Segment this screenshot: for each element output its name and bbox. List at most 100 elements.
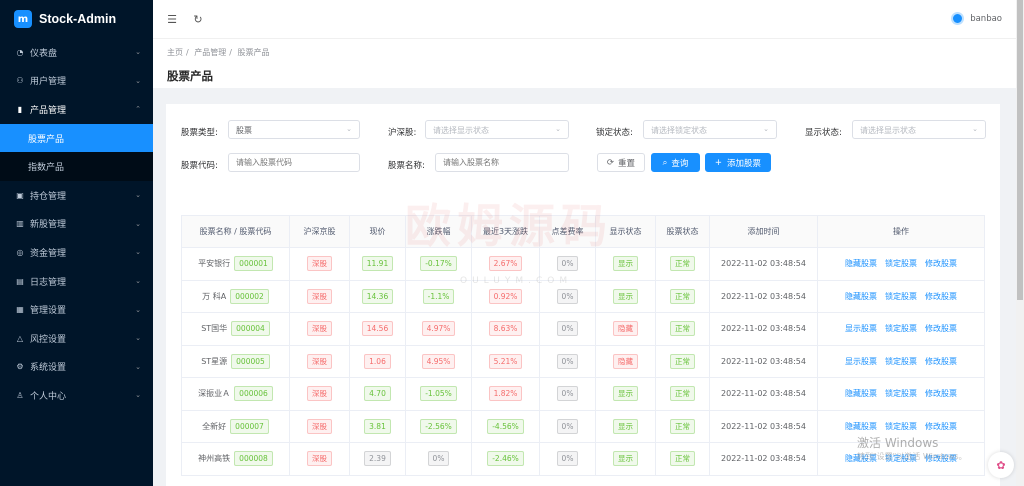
change-tag: -1.05% — [420, 386, 457, 402]
table-row: 平安银行 000001 深股 11.91 -0.17% 2.67% 0% 显示 正常 2022-1… — [181, 247, 985, 281]
time-cell: 2022-11-02 03:48:54 — [709, 442, 818, 476]
sidebar-item-2[interactable]: ▮ 产品管理 ⌃ — [0, 95, 153, 124]
status-cell: 正常 — [655, 247, 710, 281]
price-tag: 4.70 — [364, 386, 391, 402]
display-status-select[interactable]: 请选择显示状态 ⌄ — [852, 120, 986, 139]
sidebar-item-1[interactable]: ⚇ 用户管理 ⌄ — [0, 67, 153, 96]
scrollbar-thumb[interactable] — [1017, 0, 1023, 300]
chevron-up-icon: ⌃ — [135, 105, 141, 114]
change-cell: -1.05% — [405, 377, 472, 411]
display-cell: 显示 — [595, 247, 656, 281]
market-tag: 深股 — [307, 418, 332, 434]
brain-icon: ✿ — [996, 458, 1006, 472]
table-header-row: 股票名称 / 股票代码 沪深京股 现价 涨跌幅 最近3天涨跌 点差费率 显示状态 股票状态 添加… — [181, 215, 985, 248]
name-cell: 全新好 000007 — [181, 409, 290, 443]
sidebar-item-7[interactable]: ▦ 管理设置 ⌄ — [0, 295, 153, 324]
change-cell: 4.97% — [405, 312, 472, 346]
stock-name: 平安银行 — [198, 259, 231, 269]
sidebar-item-0[interactable]: ◔ 仪表盘 ⌄ — [0, 38, 153, 67]
lock-stock-link[interactable]: 锁定股票 — [885, 292, 917, 301]
user-menu[interactable]: banbao — [951, 12, 1002, 25]
collapse-menu-icon[interactable]: ☰ — [165, 12, 179, 26]
edit-stock-link[interactable]: 修改股票 — [925, 259, 957, 268]
breadcrumb: 主页 / 产品管理 / 股票产品 — [167, 47, 1002, 58]
sidebar-item-5[interactable]: ◎ 资金管理 ⌄ — [0, 238, 153, 267]
sidebar-subitem-1[interactable]: 指数产品 — [0, 152, 153, 181]
status-cell: 正常 — [655, 312, 710, 346]
lock-stock-link[interactable]: 锁定股票 — [885, 324, 917, 333]
reset-button-label: 重置 — [618, 158, 636, 169]
lock-stock-link[interactable]: 锁定股票 — [885, 389, 917, 398]
market-cell: 深股 — [289, 442, 350, 476]
column-header: 沪深京股 — [289, 215, 350, 248]
display-status-tag: 显示 — [613, 288, 638, 304]
reset-button[interactable]: ⟳ 重置 — [597, 153, 645, 172]
query-button[interactable]: ⌕ 查询 — [651, 153, 700, 172]
lock-stock-link[interactable]: 锁定股票 — [885, 259, 917, 268]
toggle-display-link[interactable]: 隐藏股票 — [845, 259, 877, 268]
toggle-display-link[interactable]: 隐藏股票 — [845, 292, 877, 301]
toggle-display-link[interactable]: 隐藏股票 — [845, 422, 877, 431]
sidebar-item-label: 仪表盘 — [30, 48, 58, 59]
edit-stock-link[interactable]: 修改股票 — [925, 292, 957, 301]
lock-stock-link[interactable]: 锁定股票 — [885, 357, 917, 366]
sidebar-item-6[interactable]: ▤ 日志管理 ⌄ — [0, 267, 153, 296]
reset-icon: ⟳ — [606, 157, 615, 168]
display-status-tag: 显示 — [613, 451, 638, 467]
add-stock-button[interactable]: + 添加股票 — [705, 153, 771, 172]
log-icon: ▤ — [16, 276, 24, 286]
stock-type-select[interactable]: 股票 ⌄ — [228, 120, 360, 139]
chevron-down-icon: ⌄ — [555, 125, 561, 133]
breadcrumb-home[interactable]: 主页 — [167, 48, 183, 57]
stock-code-tag: 000006 — [234, 386, 273, 402]
stock-type-value: 股票 — [236, 126, 252, 135]
sidebar-item-label: 日志管理 — [30, 277, 67, 288]
spread-cell: 0% — [539, 279, 596, 313]
position-icon: ▣ — [16, 190, 24, 200]
market-cell: 深股 — [289, 377, 350, 411]
sidebar-menu: ◔ 仪表盘 ⌄ ⚇ 用户管理 ⌄ ▮ 产品管理 ⌃ 股票产品 指数产品 ▣ 持仓管理 ⌄ ▥ 新股管理 ⌄ ◎ 资金… — [0, 38, 153, 410]
toggle-display-link[interactable]: 显示股票 — [845, 357, 877, 366]
stock-type-label: 股票类型: — [181, 128, 218, 138]
spread-cell: 0% — [539, 409, 596, 443]
market-cell: 深股 — [289, 409, 350, 443]
stock-code-input[interactable] — [228, 153, 360, 172]
toggle-display-link[interactable]: 显示股票 — [845, 324, 877, 333]
stock-code-tag: 000005 — [231, 353, 270, 369]
price-cell: 14.56 — [349, 312, 406, 346]
sidebar-item-9[interactable]: ⚙ 系统设置 ⌄ — [0, 353, 153, 382]
stock-status-tag: 正常 — [670, 451, 695, 467]
stock-name: 深振业Ａ — [198, 389, 231, 399]
status-cell: 正常 — [655, 377, 710, 411]
assistant-float-button[interactable]: ✿ — [988, 452, 1014, 478]
lock-status-placeholder: 请选择锁定状态 — [651, 126, 707, 135]
three-day-cell: 1.82% — [471, 377, 540, 411]
display-status-tag: 显示 — [613, 418, 638, 434]
edit-stock-link[interactable]: 修改股票 — [925, 357, 957, 366]
edit-stock-link[interactable]: 修改股票 — [925, 389, 957, 398]
name-cell: ST国华 000004 — [181, 312, 290, 346]
breadcrumb-products[interactable]: 产品管理 — [194, 48, 226, 57]
price-tag: 2.39 — [364, 451, 391, 467]
sidebar-item-8[interactable]: △ 风控设置 ⌄ — [0, 324, 153, 353]
edit-stock-link[interactable]: 修改股票 — [925, 324, 957, 333]
exchange-select[interactable]: 请选择显示状态 ⌄ — [425, 120, 569, 139]
lock-status-select[interactable]: 请选择锁定状态 ⌄ — [643, 120, 777, 139]
name-cell: 深振业Ａ 000006 — [181, 377, 290, 411]
sidebar-item-4[interactable]: ▥ 新股管理 ⌄ — [0, 210, 153, 239]
edit-stock-link[interactable]: 修改股票 — [925, 422, 957, 431]
logo[interactable]: m Stock-Admin — [0, 0, 153, 38]
toggle-display-link[interactable]: 隐藏股票 — [845, 389, 877, 398]
page-scrollbar[interactable] — [1016, 0, 1024, 486]
exchange-placeholder: 请选择显示状态 — [433, 126, 489, 135]
refresh-icon[interactable]: ↻ — [191, 12, 205, 26]
ipo-icon: ▥ — [16, 219, 24, 229]
change-cell: -1.1% — [405, 279, 472, 313]
spread-tag: 0% — [556, 353, 579, 369]
stock-name-input[interactable] — [435, 153, 569, 172]
content-card: 股票类型: 股票 ⌄ 沪深股: 请选择显示状态 ⌄ 锁定状态: 请选择锁定状态 ⌄ 显… — [166, 104, 1000, 486]
sidebar-item-10[interactable]: ♙ 个人中心 ⌄ — [0, 381, 153, 410]
sidebar-item-3[interactable]: ▣ 持仓管理 ⌄ — [0, 181, 153, 210]
lock-stock-link[interactable]: 锁定股票 — [885, 422, 917, 431]
sidebar-subitem-0[interactable]: 股票产品 — [0, 123, 153, 153]
